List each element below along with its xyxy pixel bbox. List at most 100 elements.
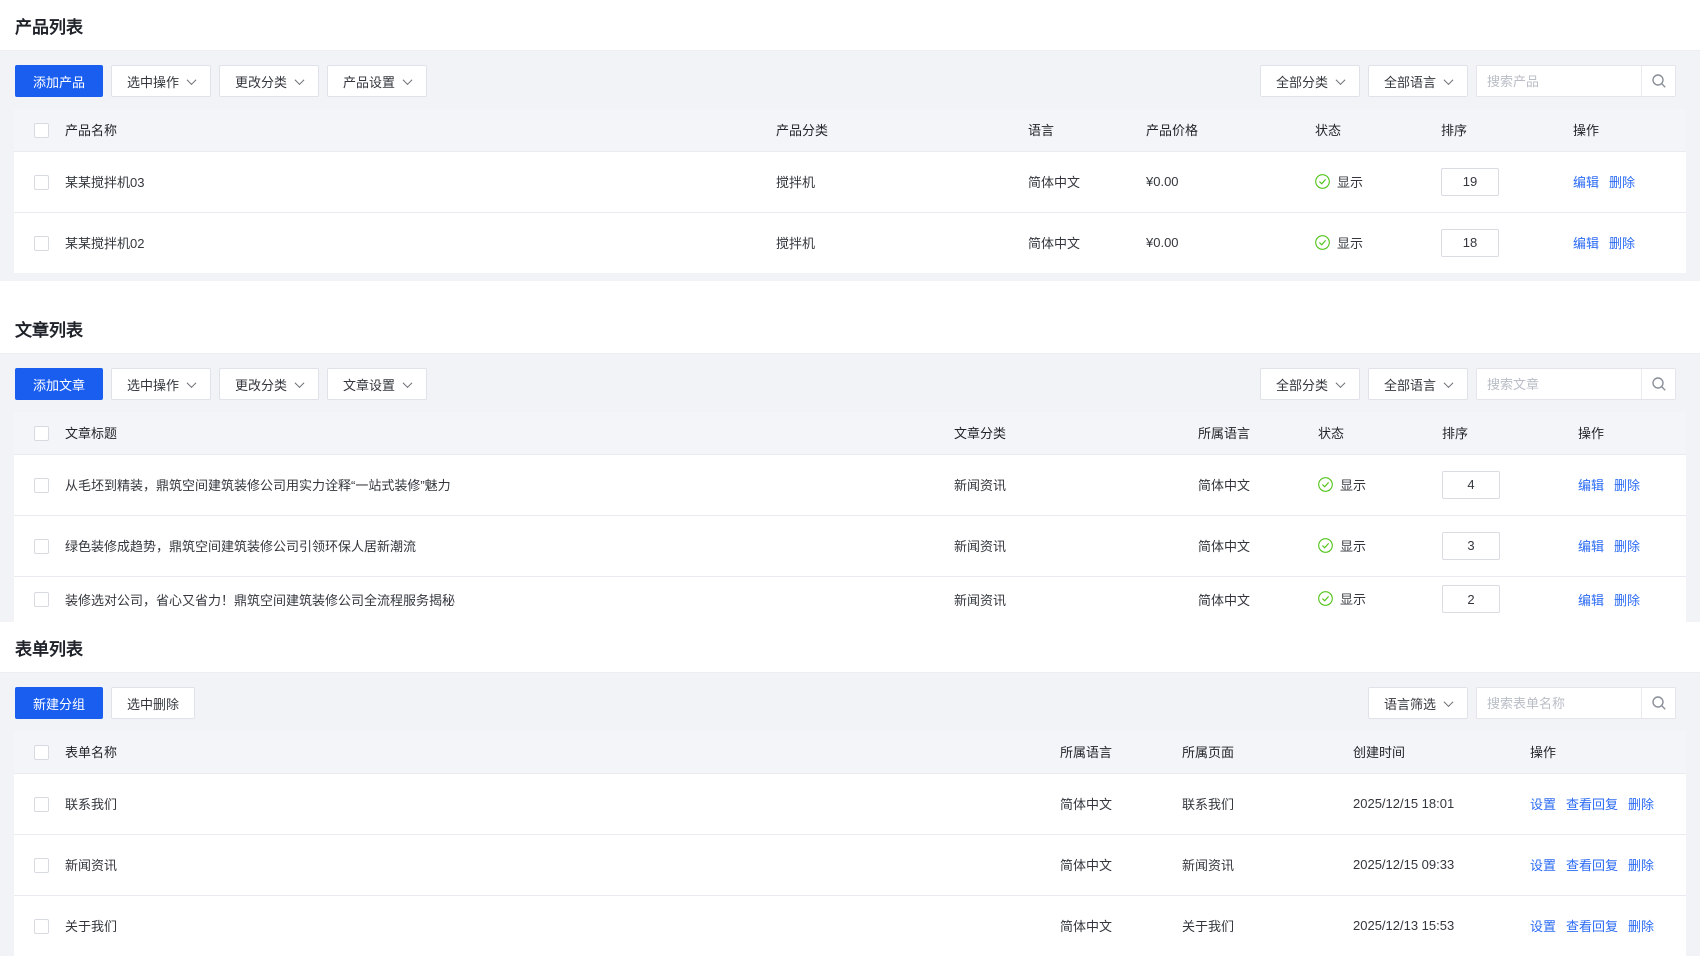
search-icon[interactable] (1641, 369, 1675, 399)
settings-link[interactable]: 设置 (1530, 858, 1556, 873)
products-header-row: 产品名称 产品分类 语言 产品价格 状态 排序 操作 (14, 109, 1686, 151)
column-header: 产品名称 (62, 109, 776, 151)
form-search-input[interactable] (1477, 688, 1641, 718)
products-panel: 添加产品 选中操作 更改分类 产品设置 全部分类 全部语言 产品名称 产品分 (0, 51, 1700, 281)
select-all-articles-checkbox[interactable] (34, 426, 49, 441)
delete-link[interactable]: 删除 (1628, 858, 1654, 873)
view-replies-link[interactable]: 查看回复 (1566, 919, 1618, 934)
view-replies-link[interactable]: 查看回复 (1566, 797, 1618, 812)
product-language-filter-dropdown[interactable]: 全部语言 (1368, 65, 1468, 97)
search-icon[interactable] (1641, 688, 1675, 718)
row-checkbox[interactable] (34, 478, 49, 493)
sort-order-input[interactable] (1442, 585, 1500, 613)
view-replies-link[interactable]: 查看回复 (1566, 858, 1618, 873)
article-language: 简体中文 (1198, 515, 1318, 576)
article-language: 简体中文 (1198, 576, 1318, 622)
row-checkbox[interactable] (34, 539, 49, 554)
forms-toolbar: 新建分组 选中删除 语言筛选 (0, 687, 1700, 719)
products-table: 产品名称 产品分类 语言 产品价格 状态 排序 操作 某某搅拌机03 搅拌机 简… (14, 109, 1686, 273)
column-header: 状态 (1318, 412, 1442, 454)
product-settings-dropdown[interactable]: 产品设置 (327, 65, 427, 97)
product-searchbox (1476, 65, 1676, 97)
chevron-down-icon (187, 378, 197, 388)
new-group-button[interactable]: 新建分组 (15, 687, 103, 719)
form-language-filter-dropdown[interactable]: 语言筛选 (1368, 687, 1468, 719)
select-all-products-checkbox[interactable] (34, 123, 49, 138)
column-header: 排序 (1442, 412, 1578, 454)
sort-order-input[interactable] (1442, 471, 1500, 499)
article-search-input[interactable] (1477, 369, 1641, 399)
table-row: 关于我们 简体中文 关于我们 2025/12/13 15:53 设置查看回复删除 (14, 895, 1686, 956)
column-header: 文章分类 (954, 412, 1198, 454)
chevron-down-icon (1444, 378, 1454, 388)
settings-link[interactable]: 设置 (1530, 797, 1556, 812)
sort-order-input[interactable] (1442, 532, 1500, 560)
delete-selected-button[interactable]: 选中删除 (111, 687, 195, 719)
article-change-category-dropdown[interactable]: 更改分类 (219, 368, 319, 400)
table-row: 联系我们 简体中文 联系我们 2025/12/15 18:01 设置查看回复删除 (14, 773, 1686, 834)
delete-link[interactable]: 删除 (1609, 236, 1635, 251)
article-category: 新闻资讯 (954, 576, 1198, 622)
row-checkbox[interactable] (34, 919, 49, 934)
delete-link[interactable]: 删除 (1628, 919, 1654, 934)
edit-link[interactable]: 编辑 (1573, 236, 1599, 251)
row-checkbox[interactable] (34, 592, 49, 607)
add-product-button[interactable]: 添加产品 (15, 65, 103, 97)
check-circle-icon (1318, 591, 1333, 606)
article-title: 绿色装修成趋势，鼎筑空间建筑装修公司引领环保人居新潮流 (62, 515, 954, 576)
check-circle-icon (1318, 538, 1333, 553)
sort-order-input[interactable] (1441, 168, 1499, 196)
column-header: 操作 (1578, 412, 1686, 454)
column-header: 状态 (1315, 109, 1441, 151)
edit-link[interactable]: 编辑 (1578, 478, 1604, 493)
edit-link[interactable]: 编辑 (1573, 175, 1599, 190)
form-language: 简体中文 (1060, 895, 1182, 956)
row-checkbox[interactable] (34, 175, 49, 190)
edit-link[interactable]: 编辑 (1578, 539, 1604, 554)
product-bulk-action-dropdown[interactable]: 选中操作 (111, 65, 211, 97)
product-category-filter-dropdown[interactable]: 全部分类 (1260, 65, 1360, 97)
form-page: 关于我们 (1182, 895, 1353, 956)
article-settings-dropdown[interactable]: 文章设置 (327, 368, 427, 400)
article-category-filter-dropdown[interactable]: 全部分类 (1260, 368, 1360, 400)
edit-link[interactable]: 编辑 (1578, 593, 1604, 608)
articles-header-row: 文章标题 文章分类 所属语言 状态 排序 操作 (14, 412, 1686, 454)
article-language: 简体中文 (1198, 454, 1318, 515)
search-icon[interactable] (1641, 66, 1675, 96)
articles-panel: 添加文章 选中操作 更改分类 文章设置 全部分类 全部语言 文章标题 文章分 (0, 354, 1700, 622)
column-header: 产品分类 (776, 109, 1028, 151)
article-language-filter-dropdown[interactable]: 全部语言 (1368, 368, 1468, 400)
delete-link[interactable]: 删除 (1614, 593, 1640, 608)
delete-link[interactable]: 删除 (1628, 797, 1654, 812)
form-language: 简体中文 (1060, 773, 1182, 834)
article-bulk-action-dropdown[interactable]: 选中操作 (111, 368, 211, 400)
row-checkbox[interactable] (34, 797, 49, 812)
forms-section-title: 表单列表 (0, 622, 1700, 673)
check-circle-icon (1318, 477, 1333, 492)
chevron-down-icon (1336, 75, 1346, 85)
settings-link[interactable]: 设置 (1530, 919, 1556, 934)
row-checkbox[interactable] (34, 858, 49, 873)
add-article-button[interactable]: 添加文章 (15, 368, 103, 400)
select-all-forms-checkbox[interactable] (34, 745, 49, 760)
delete-link[interactable]: 删除 (1609, 175, 1635, 190)
table-row: 从毛坯到精装，鼎筑空间建筑装修公司用实力诠释“一站式装修”魅力 新闻资讯 简体中… (14, 454, 1686, 515)
row-checkbox[interactable] (34, 236, 49, 251)
chevron-down-icon (403, 75, 413, 85)
articles-table-card: 文章标题 文章分类 所属语言 状态 排序 操作 从毛坯到精装，鼎筑空间建筑装修公… (14, 412, 1686, 622)
form-page: 新闻资讯 (1182, 834, 1353, 895)
product-language: 简体中文 (1028, 212, 1146, 273)
form-language: 简体中文 (1060, 834, 1182, 895)
chevron-down-icon (187, 75, 197, 85)
column-header: 创建时间 (1353, 731, 1530, 773)
delete-link[interactable]: 删除 (1614, 478, 1640, 493)
product-language: 简体中文 (1028, 151, 1146, 212)
form-searchbox (1476, 687, 1676, 719)
check-circle-icon (1315, 235, 1330, 250)
delete-link[interactable]: 删除 (1614, 539, 1640, 554)
product-change-category-dropdown[interactable]: 更改分类 (219, 65, 319, 97)
form-name: 关于我们 (62, 895, 1060, 956)
product-search-input[interactable] (1477, 66, 1641, 96)
sort-order-input[interactable] (1441, 229, 1499, 257)
product-price: ¥0.00 (1146, 151, 1315, 212)
